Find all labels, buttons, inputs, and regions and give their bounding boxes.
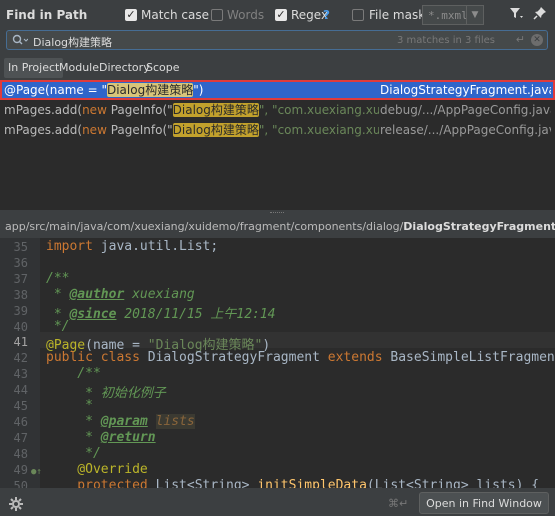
result-file: DialogStrategyFragment.java 41	[380, 83, 551, 97]
search-field[interactable]: Dialog构建策略 3 matches in 3 files ↵ ✕	[6, 30, 548, 50]
code-line: * @since 2018/11/15 上午12:14	[46, 307, 276, 322]
match-highlight: Dialog构建策略	[106, 83, 194, 97]
result-line: @Page(name = "Dialog构建策略")	[4, 83, 204, 97]
code-line: */	[46, 319, 70, 334]
line-number: 46	[13, 415, 28, 429]
pin-icon[interactable]	[532, 5, 548, 24]
result-row[interactable]: mPages.add(new PageInfo("Dialog构建策略", "c…	[0, 100, 555, 120]
line-number: 43	[13, 367, 28, 381]
file-path: app/src/main/java/com/xuexiang/xuidemo/f…	[0, 216, 555, 238]
line-number: 36	[13, 256, 28, 270]
result-row[interactable]: @Page(name = "Dialog构建策略") DialogStrateg…	[0, 80, 555, 100]
result-row[interactable]: mPages.add(new PageInfo("Dialog构建策略", "c…	[0, 120, 555, 140]
code-line: protected List<String> initSimpleData(Li…	[46, 478, 540, 488]
code-preview[interactable]: 35 36 37 38 39 40 41 42 43 44 45 46 47 4…	[0, 238, 555, 488]
match-count: 3 matches in 3 files	[397, 35, 495, 46]
line-number: 41	[13, 335, 28, 349]
line-number: 38	[13, 288, 28, 302]
search-icon[interactable]	[12, 34, 29, 49]
dialog-title: Find in Path	[6, 8, 88, 22]
line-number: 40	[13, 320, 28, 334]
match-highlight: Dialog构建策略	[172, 103, 259, 117]
filter-icon[interactable]	[508, 5, 524, 24]
match-case-label[interactable]: Match case	[141, 8, 209, 22]
result-file: release/.../AppPageConfig.java 246	[380, 123, 551, 137]
line-number: 37	[13, 272, 28, 286]
find-header: Find in Path Match case Words Regex ? Fi…	[0, 0, 555, 30]
search-input[interactable]: Dialog构建策略	[33, 34, 112, 50]
line-number: 50	[13, 479, 28, 488]
result-line: mPages.add(new PageInfo("Dialog构建策略", "c…	[4, 123, 379, 137]
code-line: * @return	[46, 430, 156, 445]
regex-help-icon[interactable]: ?	[323, 8, 330, 22]
file-mask-input[interactable]: *.mxml ▼	[422, 5, 484, 25]
clear-icon[interactable]: ✕	[531, 34, 543, 46]
code-line: import java.util.List;	[46, 239, 219, 254]
regex-checkbox[interactable]	[275, 9, 287, 21]
chevron-down-icon[interactable]: ▼	[466, 6, 483, 24]
tab-directory[interactable]: Directory	[99, 58, 150, 78]
words-label[interactable]: Words	[227, 8, 264, 22]
line-number: 39	[13, 304, 28, 318]
tab-module[interactable]: Module	[59, 58, 99, 78]
enter-icon[interactable]: ↵	[516, 33, 525, 46]
result-file: debug/.../AppPageConfig.java 250	[380, 103, 551, 117]
file-mask-checkbox[interactable]	[352, 9, 364, 21]
code-line: * @author xuexiang	[46, 287, 195, 302]
file-mask-label[interactable]: File mask:	[369, 8, 429, 22]
open-in-find-window-button[interactable]: Open in Find Window	[419, 492, 549, 514]
code-line: @Override	[46, 462, 148, 477]
tab-scope[interactable]: Scope	[146, 58, 180, 78]
shortcut-hint: ⌘↵	[388, 497, 409, 510]
code-line: /**	[46, 271, 70, 286]
match-case-checkbox[interactable]	[125, 9, 137, 21]
tab-in-project[interactable]: In Project	[4, 58, 64, 78]
gear-icon[interactable]	[8, 496, 24, 515]
line-number: 44	[13, 383, 28, 397]
words-checkbox[interactable]	[211, 9, 223, 21]
line-number: 48	[13, 447, 28, 461]
code-line: */	[46, 446, 101, 461]
results-list[interactable]: @Page(name = "Dialog构建策略") DialogStrateg…	[0, 80, 555, 210]
result-line: mPages.add(new PageInfo("Dialog构建策略", "c…	[4, 103, 379, 117]
line-number: 45	[13, 399, 28, 413]
code-line: /**	[46, 366, 101, 381]
override-gutter-icon[interactable]: ●↑	[31, 467, 42, 477]
file-mask-value: *.mxml	[428, 9, 468, 22]
line-number: 49	[13, 463, 28, 477]
code-line: public class DialogStrategyFragment exte…	[46, 350, 555, 365]
match-highlight: Dialog构建策略	[172, 123, 259, 137]
line-number: 42	[13, 351, 28, 365]
code-line: *	[46, 398, 93, 413]
line-number: 35	[13, 240, 28, 254]
line-number: 47	[13, 431, 28, 445]
code-line: * @param lists	[46, 414, 195, 429]
